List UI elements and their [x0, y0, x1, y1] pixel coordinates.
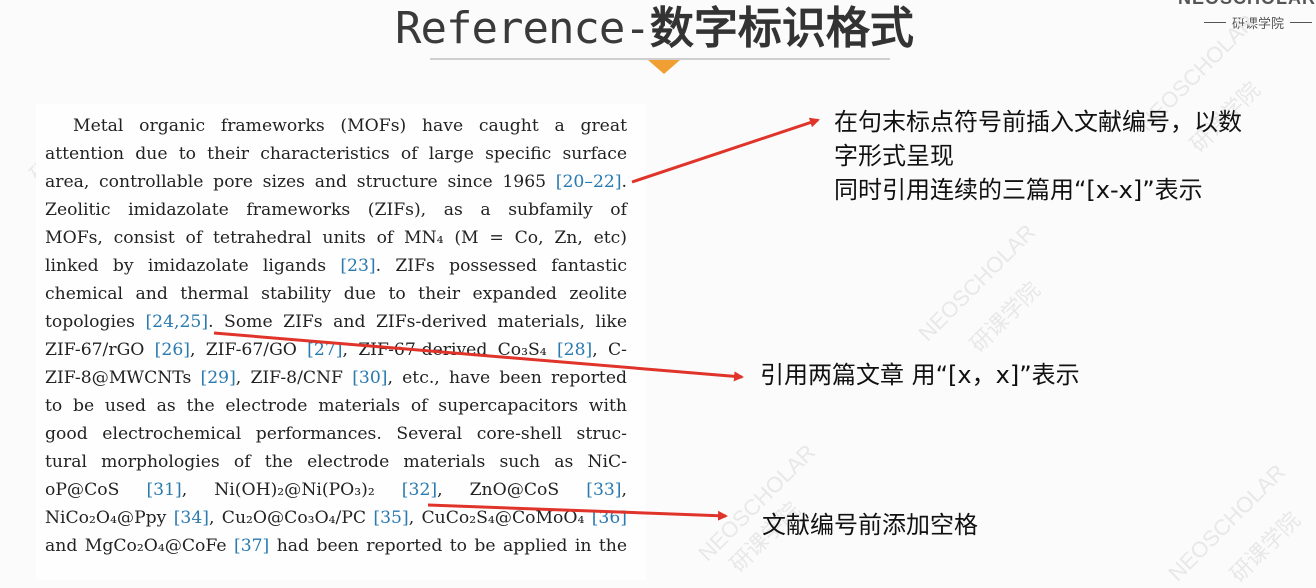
- note-consecutive-citations: 在句末标点符号前插入文献编号，以数 字形式呈现 同时引用连续的三篇用“[x-x]…: [834, 105, 1242, 207]
- note1-line3: 同时引用连续的三篇用“[x-x]”表示: [834, 176, 1203, 204]
- note-space-before-citation: 文献编号前添加空格: [762, 511, 978, 539]
- note1-line1: 在句末标点符号前插入文献编号，以数: [834, 108, 1242, 136]
- arrow-space-before-citation: [427, 503, 728, 521]
- arrow-two-citations: [213, 331, 744, 382]
- arrow-consecutive-citation: [631, 117, 820, 184]
- annotation-arrows: [213, 117, 820, 521]
- note-two-citations: 引用两篇文章 用“[x，x]”表示: [760, 361, 1080, 389]
- note1-line2: 字形式呈现: [834, 142, 954, 170]
